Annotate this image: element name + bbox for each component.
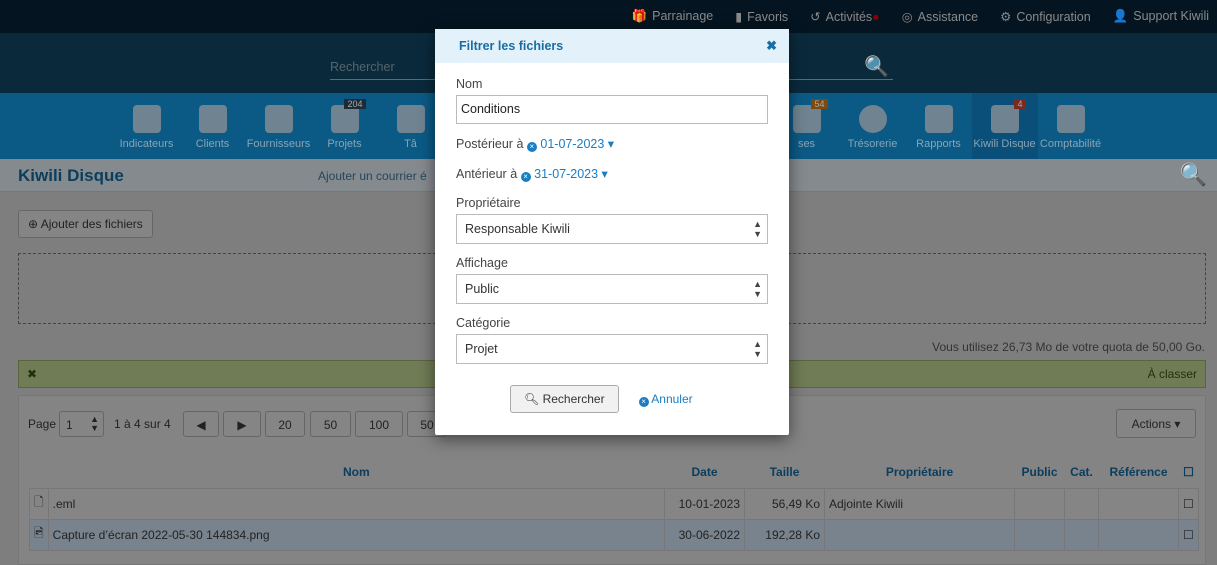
- name-input[interactable]: Conditions: [456, 95, 768, 124]
- after-date-picker[interactable]: 01-07-2023: [540, 137, 604, 151]
- topbar-support[interactable]: 👤 Support Kiwili: [1113, 9, 1209, 24]
- nav-projets[interactable]: 204 Projets: [312, 93, 378, 159]
- search-button[interactable]: 🔍︎ Rechercher: [510, 385, 619, 413]
- row-checkbox[interactable]: ☐: [1178, 487, 1199, 520]
- nav-kiwili-disque[interactable]: 4 Kiwili Disque: [971, 93, 1038, 159]
- cloud-icon: [990, 105, 1019, 133]
- plus-circle-icon: ⊕: [28, 217, 41, 231]
- actions-button[interactable]: Actions ▾: [1116, 409, 1196, 438]
- add-mail-link[interactable]: Ajouter un courrier é: [318, 169, 427, 183]
- clear-icon[interactable]: ×: [520, 172, 531, 182]
- cancel-icon: ×: [638, 396, 649, 407]
- select-all-checkbox[interactable]: ☐: [1179, 456, 1199, 488]
- search-icon[interactable]: 🔍: [1180, 162, 1207, 188]
- next-page-button[interactable]: ▶: [223, 411, 261, 437]
- col-public[interactable]: Public: [1015, 456, 1065, 488]
- search-icon: 🔍︎: [524, 392, 543, 406]
- gift-icon: 🎁: [631, 9, 648, 23]
- nav-fournisseurs[interactable]: Fournisseurs: [246, 93, 312, 159]
- bar-chart-icon: [924, 105, 953, 133]
- file-icon: 🗋: [29, 487, 49, 520]
- nav-comptabilite[interactable]: Comptabilité: [1038, 93, 1104, 159]
- clear-icon[interactable]: ×: [526, 142, 537, 152]
- row-checkbox[interactable]: ☐: [1178, 518, 1199, 551]
- compass-icon: [858, 105, 887, 133]
- files-table: Nom Date Taille Propriétaire Public Cat.…: [29, 456, 1199, 551]
- close-icon[interactable]: ✖: [27, 367, 37, 381]
- topbar-configuration[interactable]: ⚙ Configuration: [1000, 9, 1091, 24]
- close-icon[interactable]: ✖: [766, 38, 777, 54]
- server-icon: [330, 105, 359, 133]
- history-icon: ↺: [810, 10, 821, 24]
- filter-dialog: Filtrer les fichiers ✖ Nom Conditions Pos…: [435, 29, 789, 435]
- topbar-parrainage[interactable]: 🎁 Parrainage: [632, 9, 714, 24]
- page-size-100[interactable]: 100: [355, 411, 403, 437]
- col-reference[interactable]: Référence: [1099, 456, 1179, 488]
- building-icon: [264, 105, 293, 133]
- user-icon: 👤: [1112, 9, 1129, 23]
- nav-taches[interactable]: Tâ: [378, 93, 444, 159]
- page-size-50[interactable]: 50: [310, 411, 351, 437]
- gear-icon: ⚙: [1000, 10, 1012, 24]
- nav-clients[interactable]: Clients: [180, 93, 246, 159]
- add-files-button[interactable]: ⊕ Ajouter des fichiers: [18, 210, 153, 238]
- col-taille[interactable]: Taille: [745, 456, 825, 488]
- bookmark-icon: ▮: [735, 10, 743, 24]
- quota-text: Vous utilisez 26,73 Mo de votre quota de…: [932, 340, 1205, 354]
- nav-rapports[interactable]: Rapports: [906, 93, 972, 159]
- col-cat[interactable]: Cat.: [1065, 456, 1099, 488]
- topbar-activites[interactable]: ↺ Activités●: [810, 9, 880, 24]
- category-select[interactable]: Projet ▲ ▼: [456, 334, 768, 364]
- page-title: Kiwili Disque: [18, 166, 124, 185]
- table-row[interactable]: 🖻 Capture d’écran 2022-05-30 144834.png 30…: [29, 518, 1199, 551]
- search-icon[interactable]: 🔍: [864, 54, 889, 79]
- col-nom[interactable]: Nom: [48, 456, 664, 488]
- col-date[interactable]: Date: [665, 456, 745, 488]
- nav-indicateurs[interactable]: Indicateurs: [114, 93, 180, 159]
- table-row[interactable]: 🗋 .eml 10-01-2023 56,49 Ko Adjointe Kiwili ☐: [29, 487, 1199, 520]
- col-proprietaire[interactable]: Propriétaire: [825, 456, 1015, 488]
- gauge-icon: [132, 105, 161, 133]
- dialog-header: Filtrer les fichiers ✖: [435, 29, 789, 63]
- building-icon: [198, 105, 227, 133]
- image-file-icon: 🖻: [29, 518, 49, 551]
- topbar-assistance[interactable]: ◎ Assistance: [902, 9, 978, 24]
- owner-select[interactable]: Responsable Kiwili ▲ ▼: [456, 214, 768, 244]
- calculator-icon: [1056, 105, 1085, 133]
- page-size-20[interactable]: 20: [265, 411, 305, 437]
- topbar-favoris[interactable]: ▮ Favoris: [735, 9, 788, 24]
- tasks-icon: [396, 105, 425, 133]
- before-date-picker[interactable]: 31-07-2023: [534, 167, 598, 181]
- prev-page-button[interactable]: ◀: [183, 411, 219, 437]
- page-stepper[interactable]: 1 ▲ ▼: [59, 411, 104, 437]
- lifebuoy-icon: ◎: [901, 10, 913, 24]
- cancel-button[interactable]: × Annuler: [638, 392, 693, 407]
- receipt-icon: [792, 105, 821, 133]
- display-select[interactable]: Public ▲ ▼: [456, 274, 768, 304]
- nav-tresorerie[interactable]: Trésorerie: [840, 93, 906, 159]
